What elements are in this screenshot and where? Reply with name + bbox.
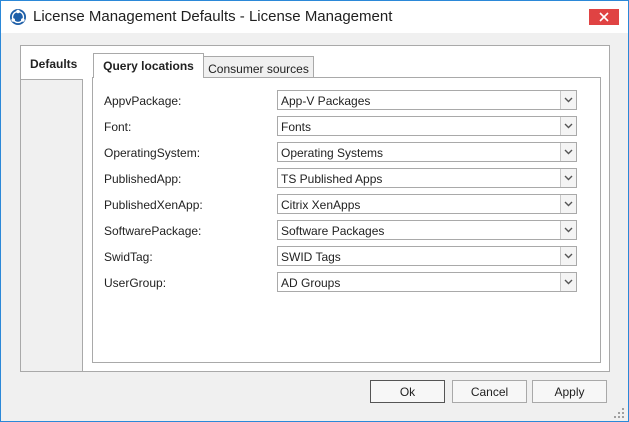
apply-button[interactable]: Apply	[532, 380, 607, 403]
tab-query-locations[interactable]: Query locations	[93, 53, 204, 78]
operating-system-select[interactable]: Operating Systems	[277, 142, 577, 162]
swid-tag-value: SWID Tags	[281, 250, 341, 264]
outer-tab-strip	[20, 79, 83, 372]
published-xenapp-value: Citrix XenApps	[281, 198, 361, 212]
appv-package-select[interactable]: App-V Packages	[277, 90, 577, 110]
chevron-down-icon[interactable]	[560, 169, 576, 187]
close-icon	[599, 12, 609, 22]
appv-package-value: App-V Packages	[281, 94, 371, 108]
title-bar[interactable]: License Management Defaults - License Ma…	[1, 1, 628, 33]
swid-tag-select[interactable]: SWID Tags	[277, 246, 577, 266]
font-value: Fonts	[281, 120, 312, 134]
cancel-button[interactable]: Cancel	[452, 380, 527, 403]
chevron-down-icon[interactable]	[560, 91, 576, 109]
close-button[interactable]	[589, 9, 619, 25]
chevron-down-icon[interactable]	[560, 143, 576, 161]
tab-consumer-sources[interactable]: Consumer sources	[203, 56, 314, 78]
published-xenapp-label: PublishedXenApp:	[104, 198, 203, 212]
operating-system-label: OperatingSystem:	[104, 146, 201, 160]
published-xenapp-select[interactable]: Citrix XenApps	[277, 194, 577, 214]
user-group-select[interactable]: AD Groups	[277, 272, 577, 292]
operating-system-value: Operating Systems	[281, 146, 384, 160]
swid-tag-label: SwidTag:	[104, 250, 153, 264]
user-group-label: UserGroup:	[104, 276, 167, 290]
resize-grip-icon[interactable]	[614, 408, 624, 418]
chevron-down-icon[interactable]	[560, 117, 576, 135]
ok-button[interactable]: Ok	[370, 380, 445, 403]
software-package-select[interactable]: Software Packages	[277, 220, 577, 240]
dialog-window: License Management Defaults - License Ma…	[0, 0, 629, 422]
published-app-label: PublishedApp:	[104, 172, 182, 186]
font-label: Font:	[104, 120, 132, 134]
software-package-label: SoftwarePackage:	[104, 224, 202, 238]
font-select[interactable]: Fonts	[277, 116, 577, 136]
chevron-down-icon[interactable]	[560, 195, 576, 213]
published-app-value: TS Published Apps	[281, 172, 383, 186]
chevron-down-icon[interactable]	[560, 273, 576, 291]
appv-package-label: AppvPackage:	[104, 94, 182, 108]
dialog-content: Defaults Query locations Consumer source…	[1, 33, 628, 421]
user-group-value: AD Groups	[281, 276, 341, 290]
software-package-value: Software Packages	[281, 224, 385, 238]
published-app-select[interactable]: TS Published Apps	[277, 168, 577, 188]
window-title: License Management Defaults - License Ma…	[33, 8, 393, 25]
globe-network-icon	[10, 9, 26, 25]
tab-defaults[interactable]: Defaults	[20, 45, 83, 80]
chevron-down-icon[interactable]	[560, 221, 576, 239]
chevron-down-icon[interactable]	[560, 247, 576, 265]
